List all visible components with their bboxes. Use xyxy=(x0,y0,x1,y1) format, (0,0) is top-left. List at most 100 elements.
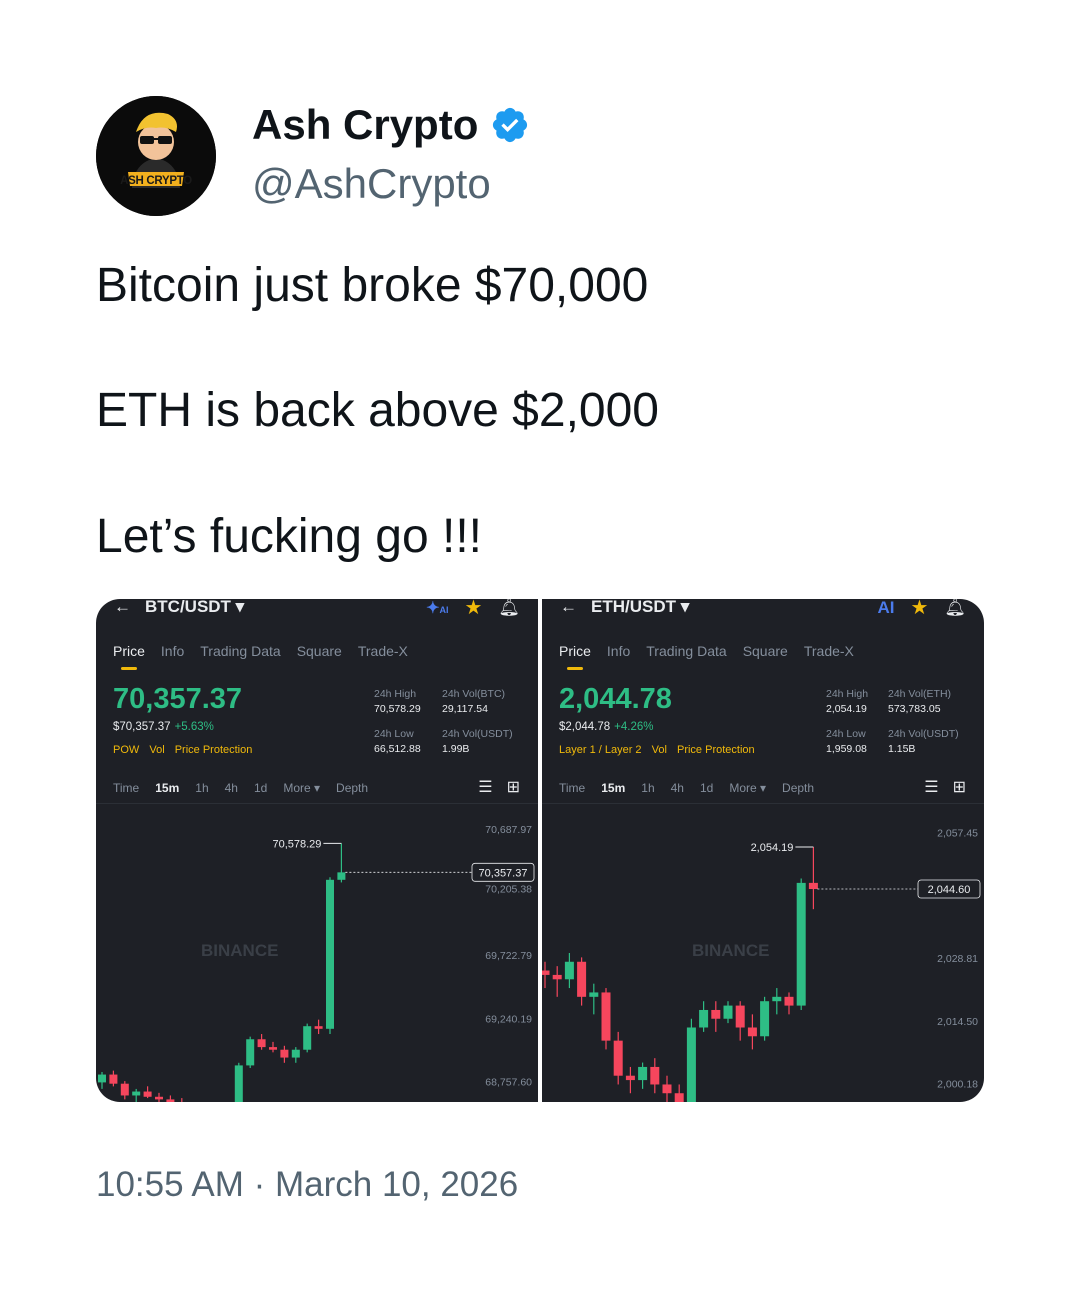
interval-time[interactable]: Time xyxy=(113,781,139,795)
candle-body xyxy=(796,882,806,1006)
tab-info[interactable]: Info xyxy=(607,643,630,659)
candle-body xyxy=(589,992,599,997)
author-handle[interactable]: @AshCrypto xyxy=(252,160,491,208)
interval-1d[interactable]: 1d xyxy=(254,781,267,795)
depth-tab[interactable]: Depth xyxy=(782,781,814,795)
tag-pow[interactable]: POW xyxy=(113,744,139,756)
interval-4h[interactable]: 4h xyxy=(671,781,684,795)
tab-square[interactable]: Square xyxy=(743,643,788,659)
tab-price[interactable]: Price xyxy=(559,643,591,670)
candle-body xyxy=(552,974,562,980)
tag-vol[interactable]: Vol xyxy=(149,744,164,756)
candle-body xyxy=(760,1001,770,1037)
interval-4h[interactable]: 4h xyxy=(225,781,238,795)
y-tick-label: 70,205.38 xyxy=(485,883,532,895)
interval-time[interactable]: Time xyxy=(559,781,585,795)
bell-icon[interactable]: 🔔︎ xyxy=(944,599,966,618)
candle-body xyxy=(291,1049,300,1058)
candle-body xyxy=(601,992,611,1041)
interval-1h[interactable]: 1h xyxy=(195,781,208,795)
tag-list: POW Vol Price Protection xyxy=(113,744,259,756)
candle-body xyxy=(303,1026,312,1050)
candle-body xyxy=(120,1083,129,1096)
tab-square[interactable]: Square xyxy=(297,643,342,659)
author-avatar[interactable]: ASH CRYPTO xyxy=(96,96,216,216)
top-icons: AI ★ 🔔︎ xyxy=(877,599,966,620)
candle-body xyxy=(143,1091,152,1097)
tab-trading-data[interactable]: Trading Data xyxy=(200,643,280,659)
bell-icon[interactable]: 🔔︎ xyxy=(498,599,520,618)
candle-body xyxy=(326,879,334,1029)
candle-body xyxy=(650,1066,660,1085)
eth-screenshot[interactable]: ← ETH/USDT ▾ AI ★ 🔔︎ Price Info Trading D… xyxy=(542,599,984,1102)
chart-tool-icons: ☰ ⊞ xyxy=(924,777,966,797)
high-marker-label: 70,578.29 xyxy=(272,838,321,850)
candle-body xyxy=(723,1005,733,1019)
depth-tab[interactable]: Depth xyxy=(336,781,368,795)
tab-info[interactable]: Info xyxy=(161,643,184,659)
high-marker-label: 2,054.19 xyxy=(751,842,794,854)
candle-body xyxy=(542,970,550,975)
candle-body xyxy=(155,1096,163,1100)
interval-15m[interactable]: 15m xyxy=(155,781,179,795)
btc-screenshot[interactable]: ← BTC/USDT ▾ ✦AI ★ 🔔︎ Price Info Trading … xyxy=(96,599,538,1102)
candle-body xyxy=(686,1027,696,1102)
indicator-settings-icon[interactable]: ☰ xyxy=(924,777,938,797)
tag-vol[interactable]: Vol xyxy=(652,744,667,756)
fiat-price: $70,357.37 +5.63% xyxy=(113,721,214,733)
interval-bar: Time 15m 1h 4h 1d More ▾ Depth xyxy=(559,781,830,795)
tweet-line-2: ETH is back above $2,000 xyxy=(96,384,659,437)
info-tabs: Price Info Trading Data Square Trade-X xyxy=(113,643,424,670)
y-tick-label: 69,722.79 xyxy=(485,950,532,962)
ai-icon[interactable]: AI xyxy=(877,599,894,618)
tab-trade-x[interactable]: Trade-X xyxy=(804,643,854,659)
tab-price[interactable]: Price xyxy=(113,643,145,670)
pair-selector[interactable]: ← BTC/USDT ▾ xyxy=(114,599,244,617)
tab-trade-x[interactable]: Trade-X xyxy=(358,643,408,659)
back-arrow-icon[interactable]: ← xyxy=(560,599,577,616)
last-price: 70,357.37 xyxy=(113,683,243,715)
candle-body xyxy=(257,1039,266,1048)
y-tick-label: 69,240.19 xyxy=(485,1013,532,1025)
tab-trading-data[interactable]: Trading Data xyxy=(646,643,726,659)
layout-grid-icon[interactable]: ⊞ xyxy=(507,777,520,797)
interval-15m[interactable]: 15m xyxy=(601,781,625,795)
binance-watermark: BINANCE xyxy=(692,941,769,960)
stats-col-1: 24h High 70,578.29 24h Low 66,512.88 xyxy=(374,688,421,755)
candle-body xyxy=(337,872,346,880)
author-name[interactable]: Ash Crypto xyxy=(252,101,478,149)
candle-body xyxy=(735,1005,745,1028)
verified-badge-icon xyxy=(493,107,528,143)
interval-more[interactable]: More ▾ xyxy=(729,781,766,795)
candle-body xyxy=(662,1084,672,1094)
tag-layer[interactable]: Layer 1 / Layer 2 xyxy=(559,744,642,756)
favorite-star-icon[interactable]: ★ xyxy=(464,599,482,620)
fiat-price: $2,044.78 +4.26% xyxy=(559,721,654,733)
btc-candlestick-chart[interactable]: BINANCE 70,687.97 69,722.79 69,240.19 68,75… xyxy=(96,804,538,1102)
ai-sparkle-icon[interactable]: ✦AI xyxy=(426,599,448,618)
author-name-row[interactable]: Ash Crypto xyxy=(252,101,530,149)
info-tabs: Price Info Trading Data Square Trade-X xyxy=(559,643,870,670)
pair-selector[interactable]: ← ETH/USDT ▾ xyxy=(560,599,689,617)
stats-col-1: 24h High 2,054.19 24h Low 1,959.08 xyxy=(826,688,869,755)
eth-candlestick-chart[interactable]: BINANCE 2,057.45 2,028.81 2,014.50 2,000.18… xyxy=(542,804,984,1102)
interval-1d[interactable]: 1d xyxy=(700,781,713,795)
candle-body xyxy=(711,1009,721,1019)
interval-more[interactable]: More ▾ xyxy=(283,781,320,795)
y-tick-label: 70,687.97 xyxy=(485,824,532,836)
back-arrow-icon[interactable]: ← xyxy=(114,599,131,616)
interval-1h[interactable]: 1h xyxy=(641,781,654,795)
favorite-star-icon[interactable]: ★ xyxy=(910,599,928,620)
candle-body xyxy=(564,961,574,980)
candle-body xyxy=(109,1074,118,1084)
tweet-timestamp[interactable]: 10:55 AM · March 10, 2026 xyxy=(96,1165,518,1205)
indicator-settings-icon[interactable]: ☰ xyxy=(478,777,492,797)
interval-bar: Time 15m 1h 4h 1d More ▾ Depth xyxy=(113,781,384,795)
candle-body xyxy=(234,1065,243,1102)
y-tick-label: 2,028.81 xyxy=(937,953,978,965)
tweet-media[interactable]: ← BTC/USDT ▾ ✦AI ★ 🔔︎ Price Info Trading … xyxy=(96,599,984,1102)
tag-price-protection[interactable]: Price Protection xyxy=(677,744,755,756)
tag-price-protection[interactable]: Price Protection xyxy=(175,744,253,756)
candle-body xyxy=(577,961,587,997)
layout-grid-icon[interactable]: ⊞ xyxy=(953,777,966,797)
